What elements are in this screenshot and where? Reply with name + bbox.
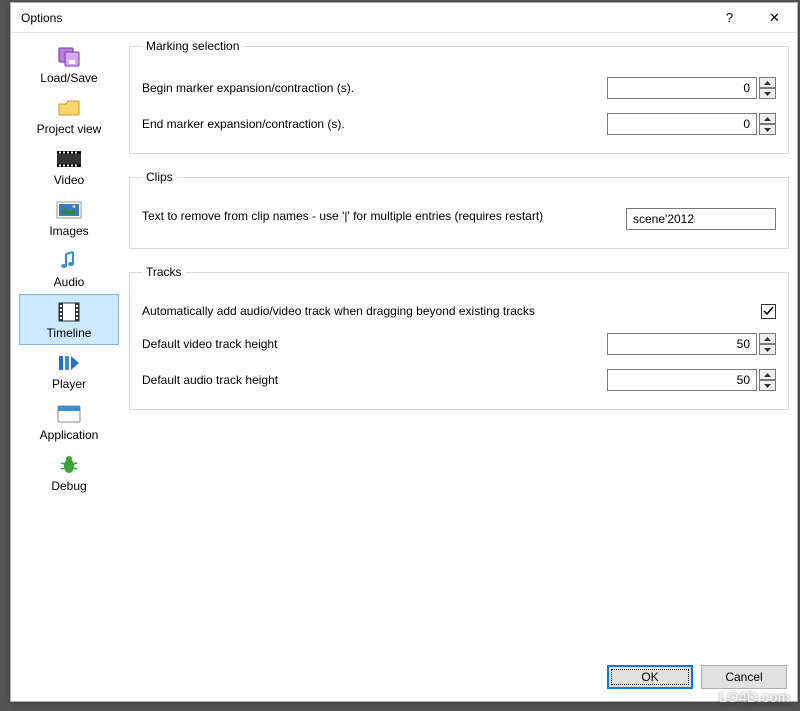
sidebar-item-label: Timeline [47, 326, 92, 340]
auto-add-track-label: Automatically add audio/video track when… [142, 303, 761, 319]
row-auto-add-track: Automatically add audio/video track when… [142, 303, 776, 319]
video-track-height-spin-down[interactable] [759, 344, 776, 355]
video-track-height-label: Default video track height [142, 336, 607, 352]
row-end-marker: End marker expansion/contraction (s). [142, 113, 776, 135]
sidebar-item-timeline[interactable]: Timeline [19, 294, 119, 345]
dialog-body: Load/Save Project view [11, 33, 797, 701]
sidebar: Load/Save Project view [19, 39, 119, 693]
help-button[interactable]: ? [707, 3, 752, 32]
group-legend: Tracks [142, 265, 186, 279]
text-remove-label: Text to remove from clip names - use '|'… [142, 208, 626, 224]
video-track-height-spin-up[interactable] [759, 333, 776, 344]
sidebar-item-application[interactable]: Application [19, 396, 119, 447]
debug-icon [53, 452, 85, 478]
row-begin-marker: Begin marker expansion/contraction (s). [142, 77, 776, 99]
video-track-height-input[interactable] [607, 333, 757, 355]
sidebar-item-label: Player [52, 377, 86, 391]
sidebar-item-load-save[interactable]: Load/Save [19, 39, 119, 90]
sidebar-item-debug[interactable]: Debug [19, 447, 119, 498]
row-text-remove: Text to remove from clip names - use '|'… [142, 208, 776, 230]
sidebar-item-label: Load/Save [40, 71, 97, 85]
text-remove-input[interactable] [626, 208, 776, 230]
sidebar-item-label: Video [54, 173, 84, 187]
titlebar: Options ? ✕ [11, 3, 797, 33]
loadsave-icon [53, 44, 85, 70]
video-icon [53, 146, 85, 172]
timeline-icon [53, 299, 85, 325]
group-legend: Marking selection [142, 39, 243, 53]
begin-marker-spin-up[interactable] [759, 77, 776, 88]
sidebar-item-audio[interactable]: Audio [19, 243, 119, 294]
end-marker-spin-up[interactable] [759, 113, 776, 124]
audio-track-height-spin-up[interactable] [759, 369, 776, 380]
begin-marker-label: Begin marker expansion/contraction (s). [142, 80, 607, 96]
sidebar-item-label: Debug [51, 479, 86, 493]
close-button[interactable]: ✕ [752, 3, 797, 32]
end-marker-input[interactable] [607, 113, 757, 135]
sidebar-item-label: Application [40, 428, 99, 442]
options-dialog: Options ? ✕ Load/Save [10, 2, 798, 702]
row-audio-track-height: Default audio track height [142, 369, 776, 391]
begin-marker-input[interactable] [607, 77, 757, 99]
auto-add-track-checkbox[interactable] [761, 304, 776, 319]
group-legend: Clips [142, 170, 177, 184]
group-clips: Clips Text to remove from clip names - u… [129, 170, 789, 249]
sidebar-item-label: Project view [37, 122, 102, 136]
watermark: LO4D.com [719, 689, 790, 705]
group-marking-selection: Marking selection Begin marker expansion… [129, 39, 789, 154]
end-marker-spin-down[interactable] [759, 124, 776, 135]
sidebar-item-video[interactable]: Video [19, 141, 119, 192]
content-panel: Marking selection Begin marker expansion… [119, 39, 789, 693]
audio-icon [53, 248, 85, 274]
window-title: Options [21, 11, 707, 25]
audio-track-height-label: Default audio track height [142, 372, 607, 388]
sidebar-item-player[interactable]: Player [19, 345, 119, 396]
group-tracks: Tracks Automatically add audio/video tra… [129, 265, 789, 410]
player-icon [53, 350, 85, 376]
dialog-buttons: OK Cancel [129, 657, 789, 693]
audio-track-height-spin-down[interactable] [759, 380, 776, 391]
end-marker-label: End marker expansion/contraction (s). [142, 116, 607, 132]
sidebar-item-project-view[interactable]: Project view [19, 90, 119, 141]
audio-track-height-input[interactable] [607, 369, 757, 391]
ok-button[interactable]: OK [607, 665, 693, 689]
projectview-icon [53, 95, 85, 121]
application-icon [53, 401, 85, 427]
images-icon [53, 197, 85, 223]
row-video-track-height: Default video track height [142, 333, 776, 355]
cancel-button[interactable]: Cancel [701, 665, 787, 689]
sidebar-item-label: Images [49, 224, 88, 238]
begin-marker-spin-down[interactable] [759, 88, 776, 99]
sidebar-item-images[interactable]: Images [19, 192, 119, 243]
sidebar-item-label: Audio [54, 275, 85, 289]
